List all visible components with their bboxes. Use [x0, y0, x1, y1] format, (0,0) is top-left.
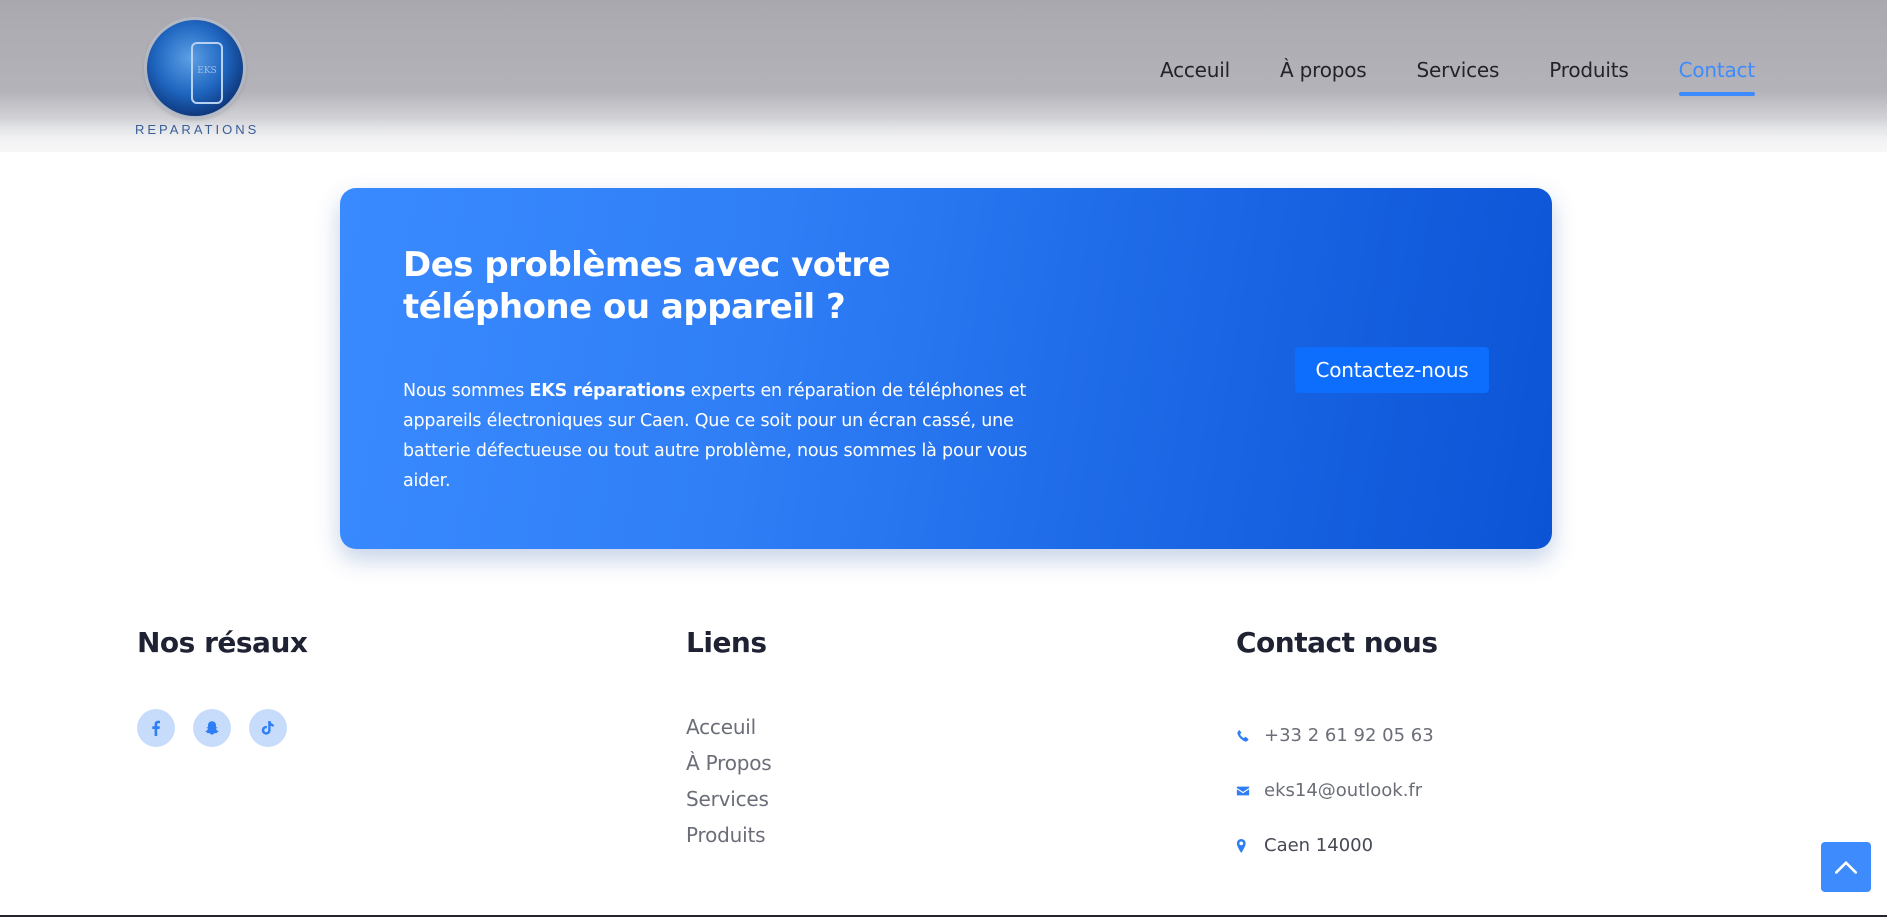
footer-link-produits[interactable]: Produits [686, 817, 772, 853]
footer-link-services[interactable]: Services [686, 781, 772, 817]
contact-phone-row: +33 2 61 92 05 63 [1236, 708, 1434, 763]
links-heading: Liens [686, 626, 767, 659]
contact-location-row: Caen 14000 [1236, 818, 1434, 873]
contact-list: +33 2 61 92 05 63 eks14@outlook.fr Caen … [1236, 708, 1434, 873]
logo-phone-text: EKS [197, 66, 217, 76]
contact-cta-card: Des problèmes avec votre téléphone ou ap… [340, 188, 1552, 549]
footer-link-a-propos[interactable]: À Propos [686, 745, 772, 781]
footer-links: Liens [686, 626, 767, 659]
contact-location: Caen 14000 [1264, 835, 1374, 856]
nav-item-produits[interactable]: Produits [1549, 58, 1629, 90]
nav-item-acceuil[interactable]: Acceuil [1160, 58, 1230, 90]
phone-icon: EKS [191, 42, 223, 104]
tiktok-icon[interactable] [249, 709, 287, 747]
cta-desc-brand: EKS réparations [529, 381, 686, 401]
main-nav: Acceuil À propos Services Produits Conta… [1160, 58, 1756, 96]
nav-item-contact[interactable]: Contact [1678, 58, 1756, 96]
social-links [137, 709, 287, 747]
nav-item-a-propos[interactable]: À propos [1280, 58, 1367, 90]
logo-emblem: EKS [147, 20, 243, 116]
facebook-icon[interactable] [137, 709, 175, 747]
contact-us-button[interactable]: Contactez-nous [1295, 347, 1489, 393]
header-fade [0, 118, 1887, 152]
footer-contact: Contact nous [1236, 626, 1438, 659]
snapchat-icon[interactable] [193, 709, 231, 747]
nav-item-services[interactable]: Services [1417, 58, 1500, 90]
contact-email[interactable]: eks14@outlook.fr [1264, 780, 1422, 801]
footer-link-list: Acceuil À Propos Services Produits [686, 709, 772, 853]
site-logo[interactable]: EKS REPARATIONS [135, 14, 260, 138]
contact-email-row: eks14@outlook.fr [1236, 763, 1434, 818]
chevron-up-icon [1834, 861, 1858, 874]
networks-heading: Nos résaux [137, 626, 308, 659]
cta-description: Nous sommes EKS réparations experts en r… [403, 376, 1043, 496]
footer-link-acceuil[interactable]: Acceuil [686, 709, 772, 745]
contact-heading: Contact nous [1236, 626, 1438, 659]
envelope-icon [1236, 783, 1264, 799]
cta-desc-prefix: Nous sommes [403, 381, 530, 401]
phone-icon [1236, 728, 1264, 744]
cta-title: Des problèmes avec votre téléphone ou ap… [403, 245, 891, 327]
back-to-top-button[interactable] [1821, 842, 1871, 892]
map-pin-icon [1236, 838, 1264, 854]
footer-networks: Nos résaux [137, 626, 308, 659]
contact-phone[interactable]: +33 2 61 92 05 63 [1264, 725, 1434, 746]
logo-wordmark: REPARATIONS [135, 122, 260, 137]
